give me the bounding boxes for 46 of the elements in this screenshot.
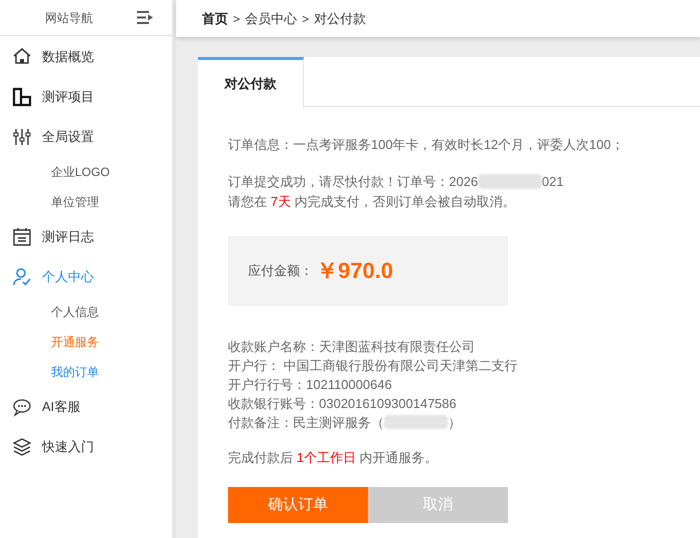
home-icon xyxy=(12,47,32,67)
breadcrumb-separator: > xyxy=(302,10,310,28)
deadline-text: 内完成支付，否则订单会被自动取消。 xyxy=(294,194,516,209)
deadline-days: 7天 xyxy=(270,194,291,209)
nav-subitem[interactable]: 我的订单 xyxy=(51,363,99,381)
nav-item[interactable]: 个人中心 xyxy=(0,257,172,297)
breadcrumb-link[interactable]: 会员中心 xyxy=(245,8,298,28)
nav-subitem[interactable]: 单位管理 xyxy=(51,193,99,211)
nav-item[interactable]: AI客服 xyxy=(0,387,172,427)
bank-detail-text: 开户行行号：102110000646 xyxy=(228,376,392,394)
order-info-text: 订单信息：一点考评服务100年卡，有效时长12个月，评委人次100； xyxy=(228,136,625,154)
nav-item[interactable]: 测评日志 xyxy=(0,217,172,257)
nav-subitem[interactable]: 企业LOGO xyxy=(51,163,110,181)
breadcrumb-separator: > xyxy=(233,10,240,28)
nav-item[interactable]: 快速入门 xyxy=(0,427,172,467)
bracket-text: ） xyxy=(448,414,461,432)
bank-detail-text: 收款银行账号：0302016109300147586 xyxy=(228,394,456,412)
activation-text: 完成付款后 xyxy=(228,450,293,464)
breadcrumb-link[interactable]: 对公付款 xyxy=(314,8,366,28)
order-number-label: 订单提交成功，请尽快付款！订单号： xyxy=(228,172,449,190)
grid-icon xyxy=(12,87,32,107)
activation-days: 1个工作日 xyxy=(296,450,356,464)
redaction-blur xyxy=(384,415,448,429)
sidebar-title: 网站导航 xyxy=(45,10,93,26)
menu-icon[interactable] xyxy=(137,11,154,24)
nav-item[interactable]: 测评项目 xyxy=(0,77,172,117)
user-icon xyxy=(12,267,32,287)
breadcrumb-link[interactable]: 首页 xyxy=(202,8,228,28)
tab[interactable]: 对公付款 xyxy=(198,57,304,107)
redaction-blur xyxy=(478,174,542,189)
amount-label: 应付金额： xyxy=(248,262,313,280)
activation-text: 内开通服务。 xyxy=(359,450,438,464)
nav-item[interactable]: 数据概览 xyxy=(0,37,172,77)
bank-detail-text: 付款备注：民主测评服务（ xyxy=(228,414,384,432)
deadline-text: 请您在 xyxy=(228,194,267,209)
order-number-start: 2026 xyxy=(449,172,478,190)
amount-value: ￥970.0 xyxy=(316,257,394,285)
order-number-end: 021 xyxy=(542,172,564,190)
bank-detail-text: 收款账户名称：天津图蓝科技有限责任公司 xyxy=(228,338,475,356)
sliders-icon xyxy=(12,127,32,147)
layers-icon xyxy=(12,437,32,457)
chat-bubble-icon xyxy=(12,397,32,417)
bank-detail-text: 开户行： 中国工商银行股份有限公司天津第二支行 xyxy=(228,356,518,374)
nav-subitem[interactable]: 个人信息 xyxy=(51,303,99,321)
calendar-icon xyxy=(12,227,32,247)
nav-item[interactable]: 全局设置 xyxy=(0,117,172,157)
